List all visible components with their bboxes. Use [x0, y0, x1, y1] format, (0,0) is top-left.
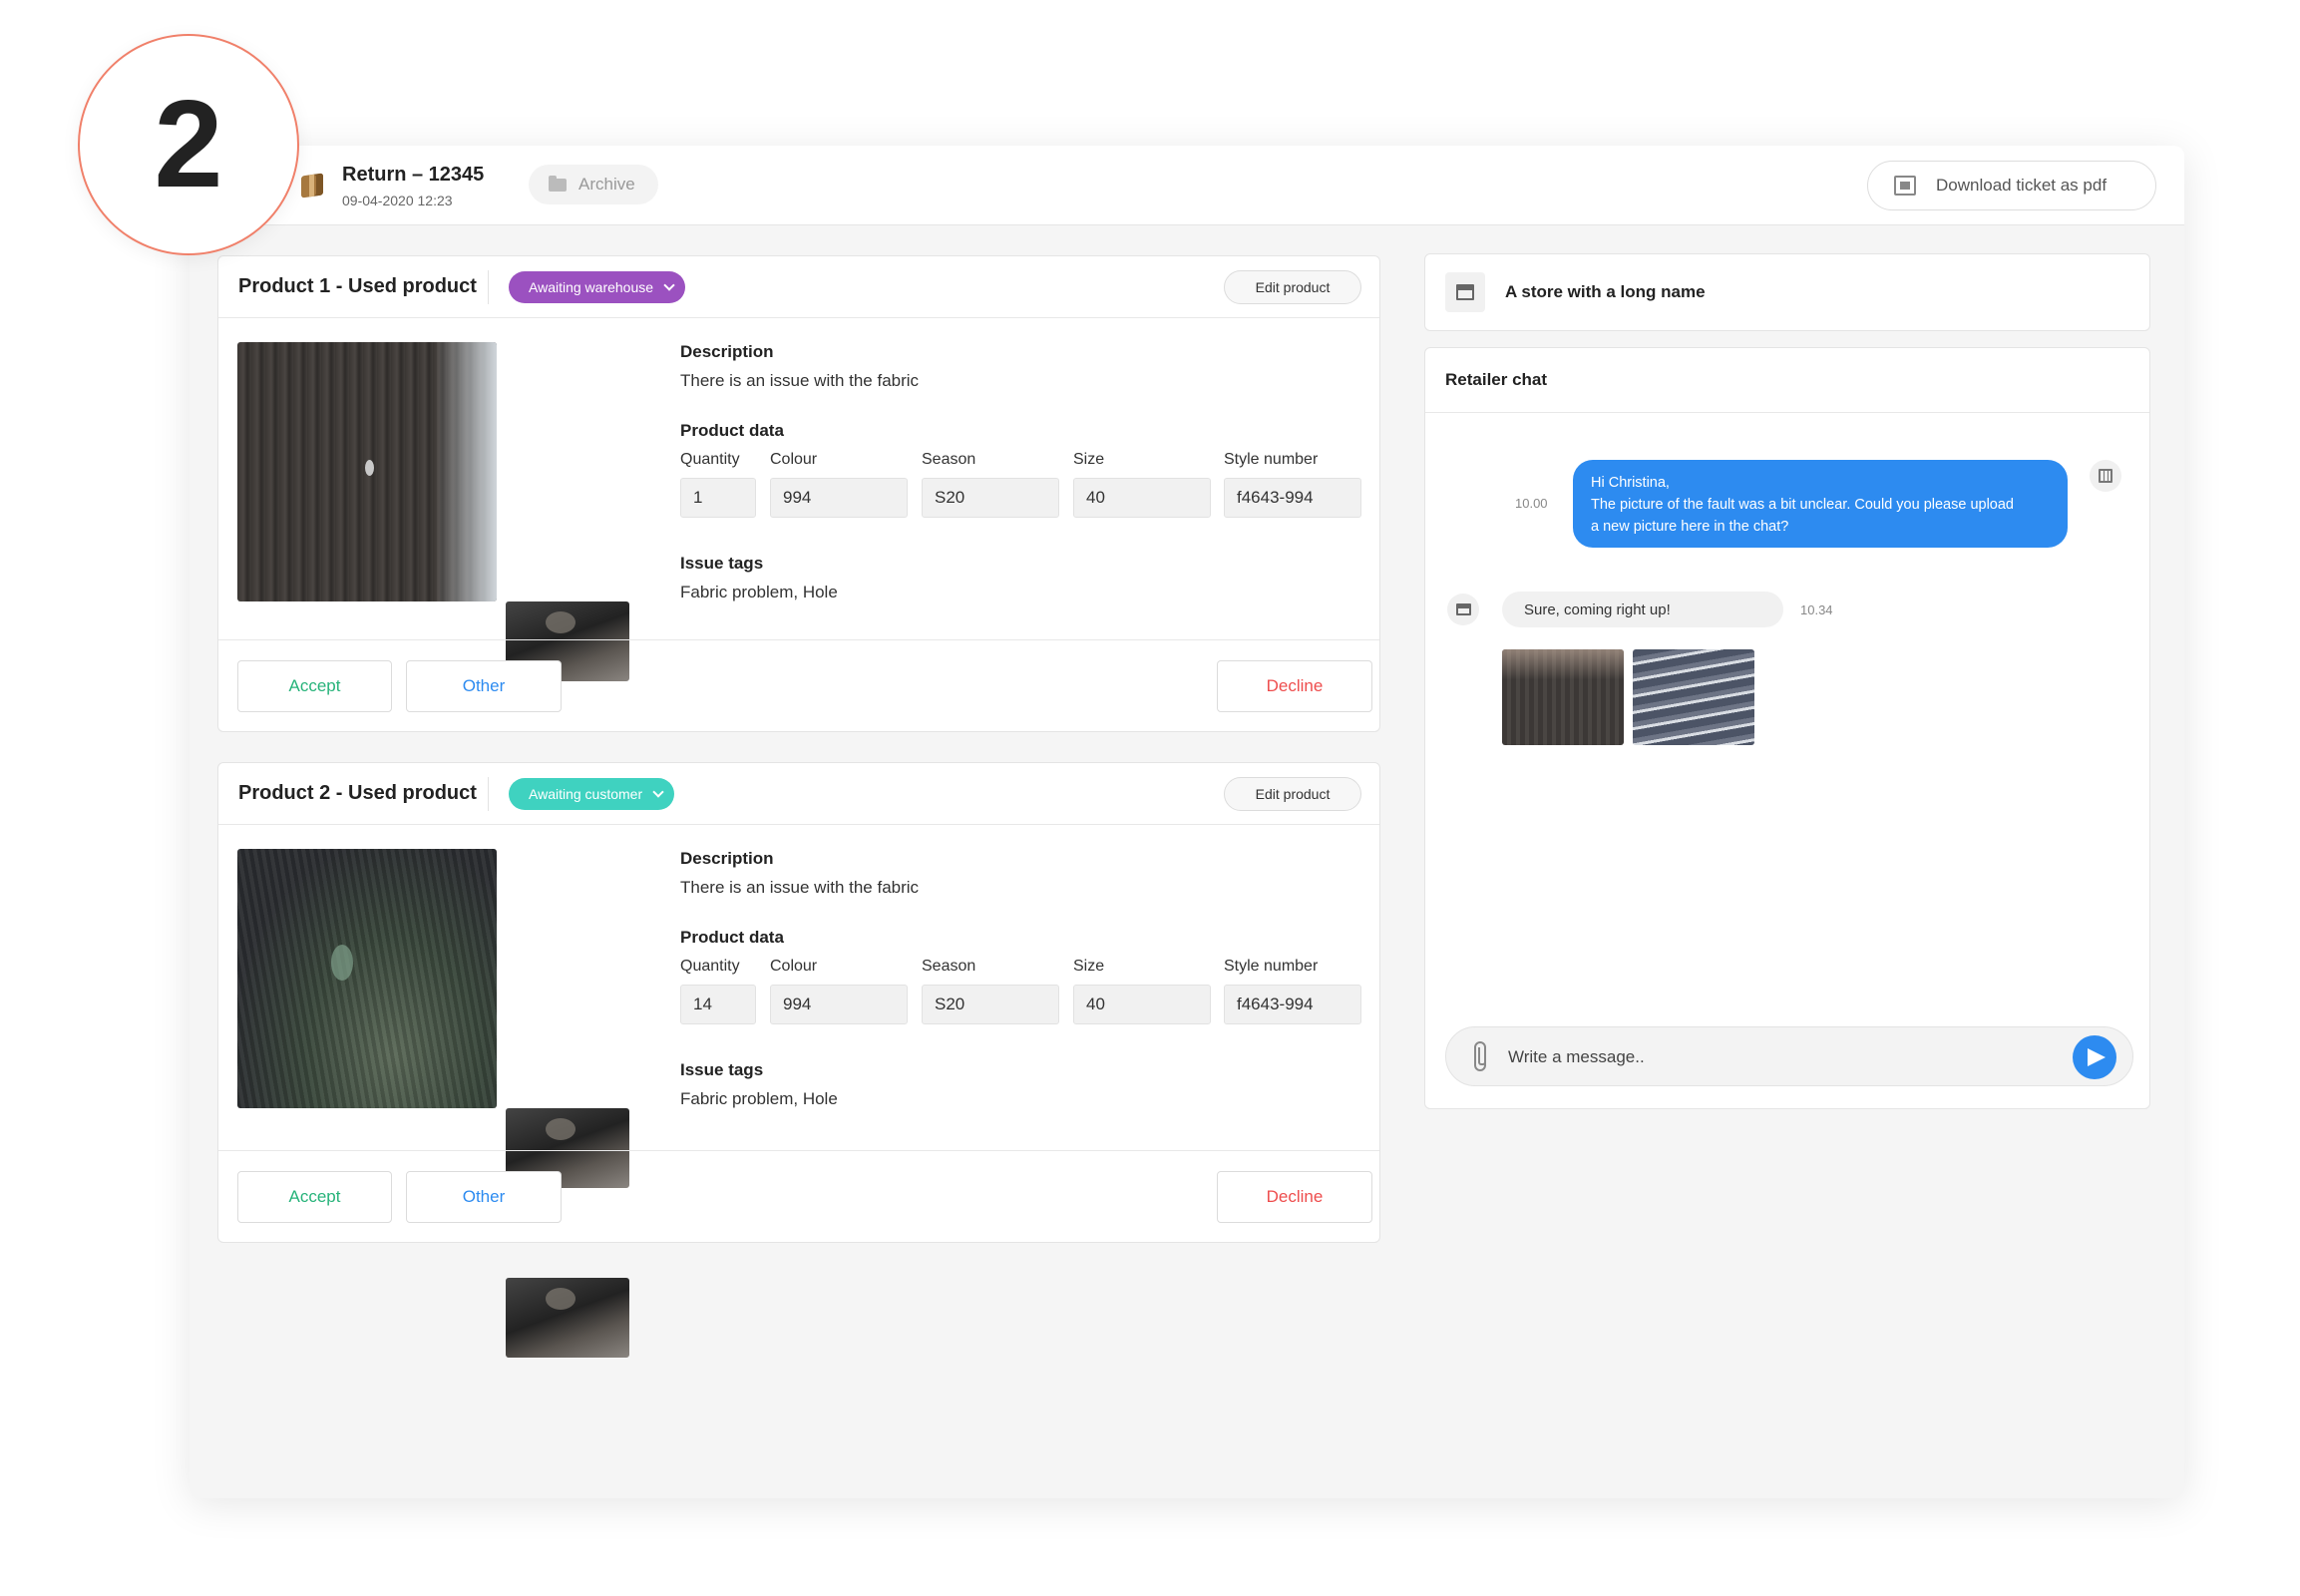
retailer-avatar — [2090, 460, 2121, 492]
package-icon — [301, 173, 323, 199]
size-label: Size — [1073, 451, 1105, 468]
message-time: 10.00 — [1515, 496, 1548, 511]
quantity-field[interactable]: 14 — [680, 985, 756, 1024]
accept-button[interactable]: Accept — [237, 1171, 392, 1223]
send-icon — [2088, 1048, 2106, 1066]
status-label: Awaiting warehouse — [529, 279, 654, 295]
chevron-down-icon — [663, 278, 675, 291]
product-card-header: Product 1 - Used product Awaiting wareho… — [218, 256, 1379, 318]
edit-product-button[interactable]: Edit product — [1224, 270, 1361, 304]
chat-image-attachment[interactable] — [1502, 649, 1624, 745]
product-card-header: Product 2 - Used product Awaiting custom… — [218, 763, 1379, 825]
message-line: The picture of the fault was a bit uncle… — [1591, 497, 2014, 513]
season-field[interactable]: S20 — [922, 478, 1059, 518]
folder-icon — [549, 175, 567, 192]
accept-button[interactable]: Accept — [237, 660, 392, 712]
season-label: Season — [922, 958, 976, 975]
product-photo-thumbnail[interactable] — [506, 1278, 629, 1358]
style-number-field[interactable]: f4643-994 — [1224, 478, 1361, 518]
return-date: 09-04-2020 12:23 — [342, 193, 453, 208]
colour-label: Colour — [770, 958, 818, 975]
pdf-icon — [1894, 176, 1916, 196]
product-card-footer: Accept Other Decline — [218, 1150, 1379, 1244]
size-label: Size — [1073, 958, 1105, 975]
edit-product-button[interactable]: Edit product — [1224, 777, 1361, 811]
building-icon — [2099, 469, 2112, 483]
archive-button[interactable]: Archive — [529, 165, 658, 204]
chat-message-incoming: Sure, coming right up! — [1502, 592, 1783, 627]
status-label: Awaiting customer — [529, 786, 643, 802]
download-pdf-label: Download ticket as pdf — [1936, 176, 2108, 195]
status-dropdown[interactable]: Awaiting warehouse — [509, 271, 686, 303]
size-field[interactable]: 40 — [1073, 478, 1211, 518]
product-data-heading: Product data — [680, 928, 784, 947]
chat-title: Retailer chat — [1445, 370, 1548, 389]
chat-image-attachment[interactable] — [1633, 649, 1754, 745]
message-input[interactable] — [1508, 1039, 2047, 1075]
quantity-field[interactable]: 1 — [680, 478, 756, 518]
product-card-footer: Accept Other Decline — [218, 639, 1379, 733]
issue-tags-text: Fabric problem, Hole — [680, 583, 838, 601]
style-number-label: Style number — [1224, 958, 1319, 975]
product-photo-main[interactable] — [237, 849, 497, 1108]
style-number-label: Style number — [1224, 451, 1319, 468]
product-photo-main[interactable] — [237, 342, 497, 601]
issue-tags-heading: Issue tags — [680, 554, 764, 573]
quantity-label: Quantity — [680, 451, 740, 468]
season-label: Season — [922, 451, 976, 468]
step-number-badge: 2 — [78, 34, 299, 255]
chat-message-outgoing: Hi Christina, The picture of the fault w… — [1573, 460, 2068, 548]
other-button[interactable]: Other — [406, 1171, 562, 1223]
top-bar: Return – 12345 09-04-2020 12:23 Archive … — [190, 146, 2184, 225]
return-ticket-window: Return – 12345 09-04-2020 12:23 Archive … — [190, 146, 2184, 1498]
size-field[interactable]: 40 — [1073, 985, 1211, 1024]
product-card-2: Product 2 - Used product Awaiting custom… — [217, 762, 1380, 1358]
message-line: Hi Christina, — [1591, 475, 1670, 491]
description-section: Description There is an issue with the f… — [680, 849, 919, 898]
store-card: A store with a long name — [1424, 253, 2150, 331]
shop-icon — [1455, 603, 1471, 615]
issue-tags-heading: Issue tags — [680, 1060, 764, 1079]
divider — [488, 270, 489, 304]
description-text: There is an issue with the fabric — [680, 878, 920, 897]
decline-button[interactable]: Decline — [1217, 660, 1372, 712]
product-card-1: Product 1 - Used product Awaiting wareho… — [217, 255, 1380, 732]
chevron-down-icon — [652, 785, 664, 798]
season-field[interactable]: S20 — [922, 985, 1059, 1024]
archive-label: Archive — [578, 175, 635, 194]
download-pdf-button[interactable]: Download ticket as pdf — [1867, 161, 2156, 210]
decline-button[interactable]: Decline — [1217, 1171, 1372, 1223]
colour-label: Colour — [770, 451, 818, 468]
return-title: Return – 12345 — [342, 164, 485, 186]
paperclip-icon[interactable] — [1474, 1041, 1486, 1071]
description-heading: Description — [680, 342, 774, 361]
store-name: A store with a long name — [1505, 282, 1706, 301]
product-title: Product 1 - Used product — [238, 275, 477, 297]
divider — [1425, 412, 2149, 413]
store-avatar-small — [1447, 594, 1479, 625]
shop-icon — [1456, 284, 1474, 300]
style-number-field[interactable]: f4643-994 — [1224, 985, 1361, 1024]
message-time: 10.34 — [1800, 602, 1833, 617]
quantity-label: Quantity — [680, 958, 740, 975]
issue-tags-section: Issue tags Fabric problem, Hole — [680, 554, 838, 602]
divider — [488, 777, 489, 811]
description-section: Description There is an issue with the f… — [680, 342, 919, 391]
step-number: 2 — [154, 76, 223, 213]
other-button[interactable]: Other — [406, 660, 562, 712]
retailer-chat: Retailer chat 10.00 Hi Christina, The pi… — [1424, 347, 2150, 1109]
colour-field[interactable]: 994 — [770, 478, 908, 518]
description-text: There is an issue with the fabric — [680, 371, 920, 390]
send-button[interactable] — [2073, 1035, 2116, 1079]
message-composer — [1445, 1026, 2133, 1086]
issue-tags-section: Issue tags Fabric problem, Hole — [680, 1060, 838, 1109]
store-avatar — [1445, 272, 1485, 312]
product-data-heading: Product data — [680, 421, 784, 440]
issue-tags-text: Fabric problem, Hole — [680, 1089, 838, 1108]
product-title: Product 2 - Used product — [238, 782, 477, 804]
status-dropdown[interactable]: Awaiting customer — [509, 778, 675, 810]
colour-field[interactable]: 994 — [770, 985, 908, 1024]
description-heading: Description — [680, 849, 774, 868]
message-line: a new picture here in the chat? — [1591, 519, 1789, 535]
